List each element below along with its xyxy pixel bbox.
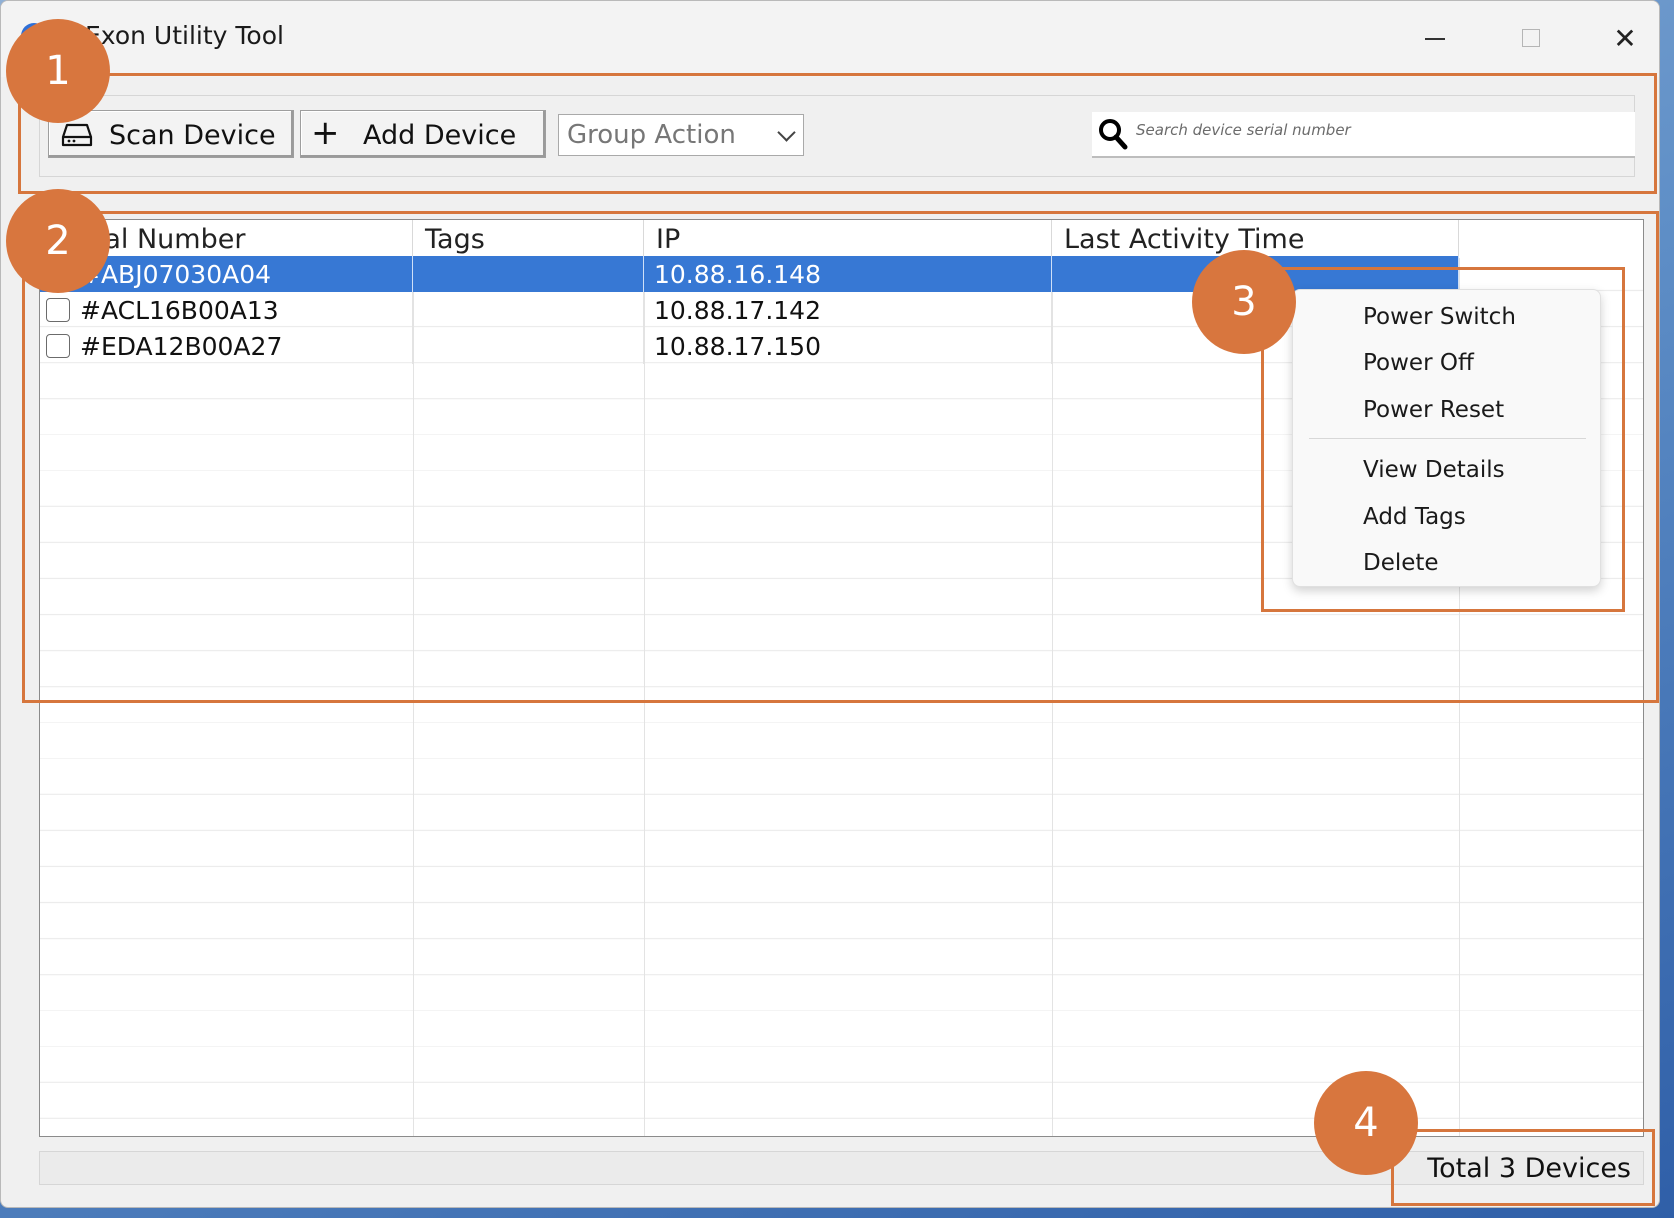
- chevron-down-icon: [777, 123, 796, 142]
- callout-badge-1: 1: [6, 19, 110, 123]
- row-checkbox[interactable]: [46, 298, 70, 322]
- toolbar: Scan Device + Add Device Group Action: [39, 95, 1635, 177]
- ip-cell: 10.88.17.142: [644, 292, 1052, 328]
- app-window: Exon Utility Tool ✕ Scan Device + Add De…: [0, 0, 1660, 1208]
- search-input[interactable]: [1134, 114, 1628, 146]
- scan-device-button[interactable]: Scan Device: [48, 110, 294, 158]
- serial-cell: #ACL16B00A13: [80, 296, 279, 325]
- ip-cell: 10.88.17.150: [644, 328, 1052, 364]
- add-device-button[interactable]: + Add Device: [300, 110, 546, 158]
- serial-cell: #EDA12B00A27: [80, 332, 283, 361]
- callout-badge-3: 3: [1192, 250, 1296, 354]
- add-device-label: Add Device: [363, 120, 517, 151]
- close-button[interactable]: ✕: [1601, 19, 1649, 59]
- callout-badge-4: 4: [1314, 1071, 1418, 1175]
- total-devices-count: Total 3 Devices: [1427, 1153, 1631, 1184]
- tags-cell: [413, 328, 644, 364]
- title-bar: Exon Utility Tool ✕: [1, 1, 1659, 77]
- minimize-button[interactable]: [1411, 19, 1459, 59]
- menu-item-delete[interactable]: Delete: [1363, 550, 1439, 576]
- table-header: Serial Number Tags IP Last Activity Time: [40, 220, 1643, 258]
- menu-item-view-details[interactable]: View Details: [1363, 457, 1505, 483]
- close-icon: ✕: [1613, 22, 1637, 55]
- group-action-value: Group Action: [567, 120, 736, 150]
- minimize-icon: [1425, 38, 1445, 40]
- menu-item-add-tags[interactable]: Add Tags: [1363, 504, 1466, 530]
- window-title: Exon Utility Tool: [85, 21, 284, 50]
- scan-device-label: Scan Device: [109, 120, 276, 151]
- ip-cell: 10.88.16.148: [644, 256, 1052, 292]
- search-icon: [1099, 119, 1128, 150]
- search-box: [1092, 112, 1635, 158]
- context-menu: Power Switch Power Off Power Reset View …: [1292, 289, 1601, 587]
- tags-cell: [413, 292, 644, 328]
- callout-badge-2: 2: [6, 189, 110, 293]
- hard-drive-icon: [61, 123, 93, 147]
- column-header-ip[interactable]: IP: [644, 220, 1052, 258]
- row-checkbox[interactable]: [46, 334, 70, 358]
- serial-cell: #ABJ07030A04: [80, 260, 272, 289]
- menu-divider: [1309, 438, 1586, 439]
- plus-icon: +: [311, 113, 340, 153]
- column-header-tags[interactable]: Tags: [413, 220, 644, 258]
- menu-item-power-off[interactable]: Power Off: [1363, 350, 1474, 376]
- maximize-button[interactable]: [1507, 19, 1555, 59]
- menu-item-power-switch[interactable]: Power Switch: [1363, 304, 1516, 330]
- menu-item-power-reset[interactable]: Power Reset: [1363, 397, 1504, 423]
- group-action-dropdown[interactable]: Group Action: [558, 114, 804, 156]
- tags-cell: [413, 256, 644, 292]
- maximize-icon: [1522, 29, 1540, 47]
